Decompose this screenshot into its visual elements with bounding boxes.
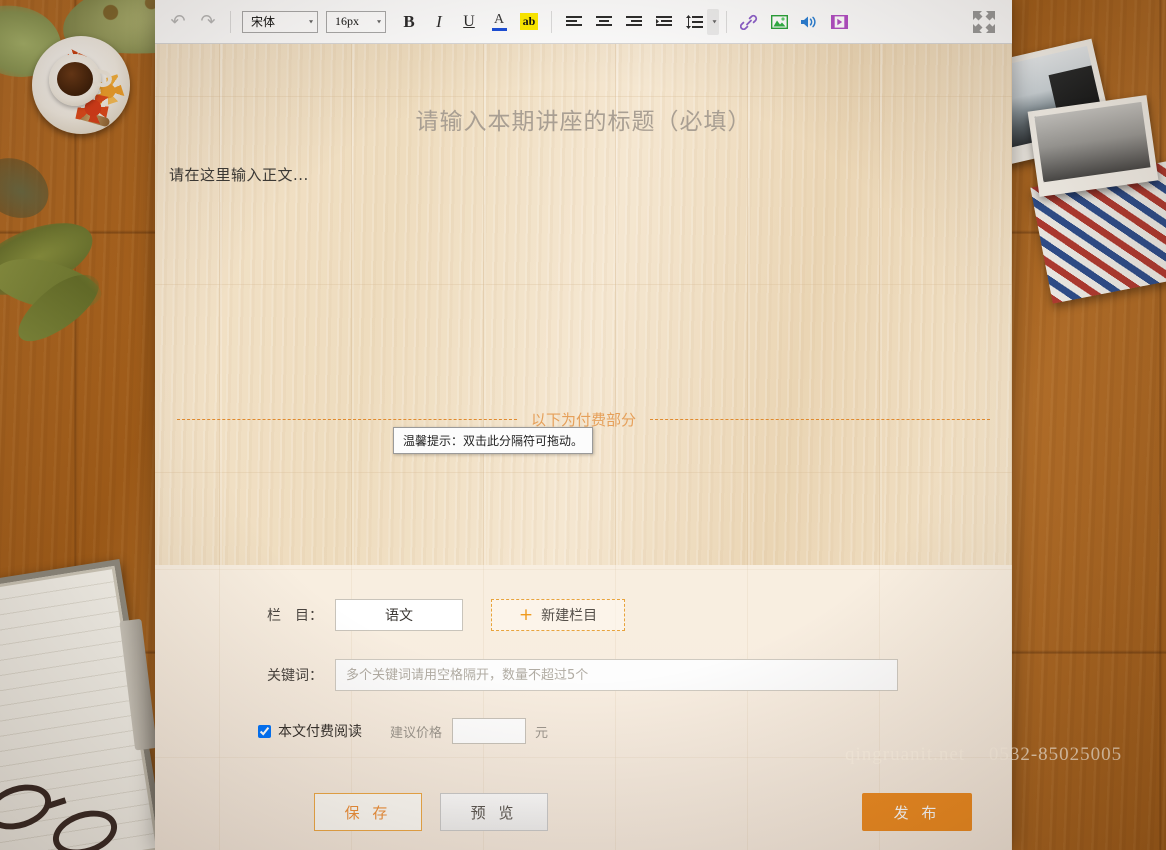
chevron-down-icon: ▾ xyxy=(712,18,716,25)
olive-leaf-icon xyxy=(0,248,106,323)
olive-leaf-icon xyxy=(8,263,108,354)
coffee-liquid-icon xyxy=(57,62,93,96)
line-height-dropdown[interactable]: ▾ xyxy=(707,9,719,35)
olive-leaf-icon xyxy=(0,209,102,310)
line-height-icon xyxy=(686,15,703,29)
editor-window: ↶ ↷ 宋体 ▾ 16px ▾ B I U xyxy=(155,0,1012,850)
insert-video-button[interactable] xyxy=(826,9,852,35)
font-family-value: 宋体 xyxy=(251,13,275,30)
photo-print-decoration xyxy=(1028,95,1159,197)
italic-icon: I xyxy=(436,12,442,32)
font-size-select[interactable]: 16px ▾ xyxy=(326,11,386,33)
new-category-button[interactable]: + 新建栏目 xyxy=(491,599,625,631)
redo-icon[interactable]: ↷ xyxy=(195,9,221,35)
image-icon xyxy=(771,15,788,29)
line-height-button[interactable] xyxy=(681,9,707,35)
toolbar-divider xyxy=(726,11,727,33)
desktop-background: ↶ ↷ 宋体 ▾ 16px ▾ B I U xyxy=(0,0,1166,850)
highlight-button[interactable]: ab xyxy=(516,9,542,35)
photo-image xyxy=(1034,102,1150,182)
fullscreen-icon xyxy=(972,10,996,34)
preview-button[interactable]: 预 览 xyxy=(440,793,548,831)
highlight-icon: ab xyxy=(520,13,539,30)
redo-glyph: ↷ xyxy=(200,11,215,32)
align-left-button[interactable] xyxy=(561,9,587,35)
action-buttons-row: 保 存 预 览 发 布 xyxy=(155,793,1012,831)
bold-icon: B xyxy=(403,12,414,32)
keywords-input[interactable] xyxy=(335,659,898,691)
audio-icon xyxy=(800,15,818,29)
align-right-button[interactable] xyxy=(621,9,647,35)
category-row: 栏 目： 语文 + 新建栏目 xyxy=(155,565,1012,631)
shadow-leaf-icon xyxy=(0,146,59,229)
bold-button[interactable]: B xyxy=(396,9,422,35)
save-button[interactable]: 保 存 xyxy=(314,793,422,831)
chevron-down-icon: ▾ xyxy=(377,18,381,25)
paid-reading-checkbox[interactable] xyxy=(258,725,271,738)
undo-glyph: ↶ xyxy=(170,11,185,32)
divider-line-right xyxy=(650,419,990,420)
italic-button[interactable]: I xyxy=(426,9,452,35)
video-icon xyxy=(831,15,848,29)
publish-button[interactable]: 发 布 xyxy=(862,793,972,831)
fullscreen-button[interactable] xyxy=(972,10,996,34)
font-color-button[interactable]: A xyxy=(486,9,512,35)
align-left-icon xyxy=(566,15,582,29)
chevron-down-icon: ▾ xyxy=(309,18,313,25)
link-icon xyxy=(740,14,758,30)
font-family-select[interactable]: 宋体 ▾ xyxy=(242,11,318,33)
category-select[interactable]: 语文 xyxy=(335,599,463,631)
publish-form-panel: 栏 目： 语文 + 新建栏目 关键词： 本文付费阅读 建议价格 元 保 存 xyxy=(155,565,1012,850)
paid-reading-label[interactable]: 本文付费阅读 xyxy=(278,721,362,741)
body-placeholder[interactable]: 请在这里输入正文... xyxy=(169,164,1012,185)
paid-reading-row: 本文付费阅读 建议价格 元 xyxy=(155,691,1012,744)
keywords-label: 关键词： xyxy=(255,665,323,685)
underline-button[interactable]: U xyxy=(456,9,482,35)
divider-line-left xyxy=(177,419,517,420)
suggested-price-input[interactable] xyxy=(452,718,526,744)
font-color-swatch xyxy=(492,28,507,31)
font-color-icon: A xyxy=(492,13,507,31)
underline-icon: U xyxy=(463,13,475,31)
suggested-price-label: 建议价格 xyxy=(390,722,442,741)
new-category-label: 新建栏目 xyxy=(541,605,597,625)
editor-canvas[interactable]: 请输入本期讲座的标题（必填） 请在这里输入正文... 以下为付费部分 温馨提示：… xyxy=(155,44,1012,565)
insert-link-button[interactable] xyxy=(736,9,762,35)
toolbar-divider xyxy=(551,11,552,33)
category-label: 栏 目： xyxy=(255,605,323,625)
editor-toolbar: ↶ ↷ 宋体 ▾ 16px ▾ B I U xyxy=(155,0,1012,44)
indent-icon xyxy=(656,15,672,29)
align-right-icon xyxy=(626,15,642,29)
align-center-icon xyxy=(596,15,612,29)
insert-image-button[interactable] xyxy=(766,9,792,35)
coffee-cup-decoration xyxy=(32,36,130,134)
insert-audio-button[interactable] xyxy=(796,9,822,35)
plus-icon: + xyxy=(519,607,533,624)
undo-icon[interactable]: ↶ xyxy=(165,9,191,35)
price-unit-label: 元 xyxy=(535,722,548,741)
divider-tooltip: 温馨提示：双击此分隔符可拖动。 xyxy=(393,427,593,454)
indent-button[interactable] xyxy=(651,9,677,35)
keywords-row: 关键词： xyxy=(155,631,1012,691)
font-size-value: 16px xyxy=(335,14,359,29)
title-placeholder[interactable]: 请输入本期讲座的标题（必填） xyxy=(155,102,1012,136)
align-center-button[interactable] xyxy=(591,9,617,35)
toolbar-divider xyxy=(230,11,231,33)
